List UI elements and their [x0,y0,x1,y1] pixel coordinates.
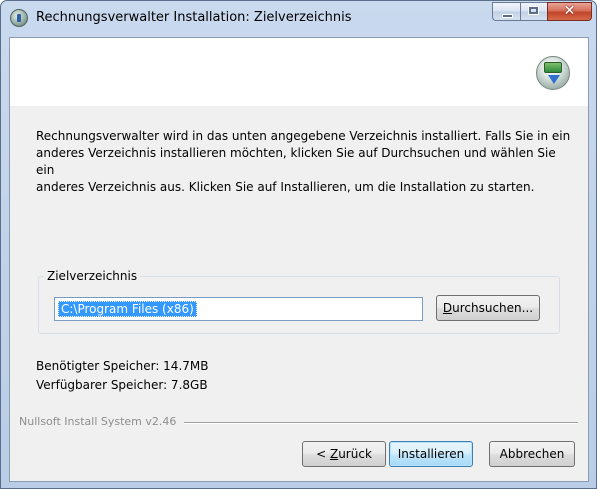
back-label: urück [338,447,372,461]
target-directory-label: Zielverzeichnis [44,269,141,283]
browse-button[interactable]: Durchsuchen... [436,295,540,321]
back-prefix: < [316,447,330,461]
maximize-icon [529,7,538,14]
target-directory-value[interactable]: C:\Program Files (x86) [58,301,197,317]
close-icon: ✕ [563,3,576,19]
installer-disc-icon [536,56,570,90]
install-button[interactable]: Installieren [389,441,473,467]
browse-mnemonic: D [442,301,453,315]
maximize-button[interactable] [520,2,547,21]
header-divider [10,105,588,106]
space-available: Verfügbarer Speicher: 7.8GB [36,378,208,392]
installer-app-icon[interactable] [10,9,28,27]
back-button[interactable]: < Zurück [302,441,386,467]
minimize-icon [502,14,513,18]
header-banner [10,38,588,106]
install-panel-icon [544,62,562,73]
caption-buttons: ✕ [492,2,592,22]
download-arrow-icon [548,75,560,84]
title-bar[interactable]: Rechnungsverwalter Installation: Zielver… [1,1,596,37]
browse-label: urchsuchen... [452,301,534,315]
branding-divider [184,422,578,424]
instructions-text: Rechnungsverwalter wird in das unten ang… [36,129,571,194]
close-button[interactable]: ✕ [547,2,592,21]
space-required: Benötigter Speicher: 14.7MB [36,359,209,373]
minimize-button[interactable] [492,2,520,21]
back-mnemonic: Z [329,447,339,461]
cancel-button[interactable]: Abbrechen [489,441,575,467]
window-title: Rechnungsverwalter Installation: Zielver… [36,10,352,25]
client-area: Rechnungsverwalter wird in das unten ang… [9,37,589,482]
installer-window: Rechnungsverwalter Installation: Zielver… [0,0,597,489]
nsis-branding: Nullsoft Install System v2.46 [19,415,177,428]
